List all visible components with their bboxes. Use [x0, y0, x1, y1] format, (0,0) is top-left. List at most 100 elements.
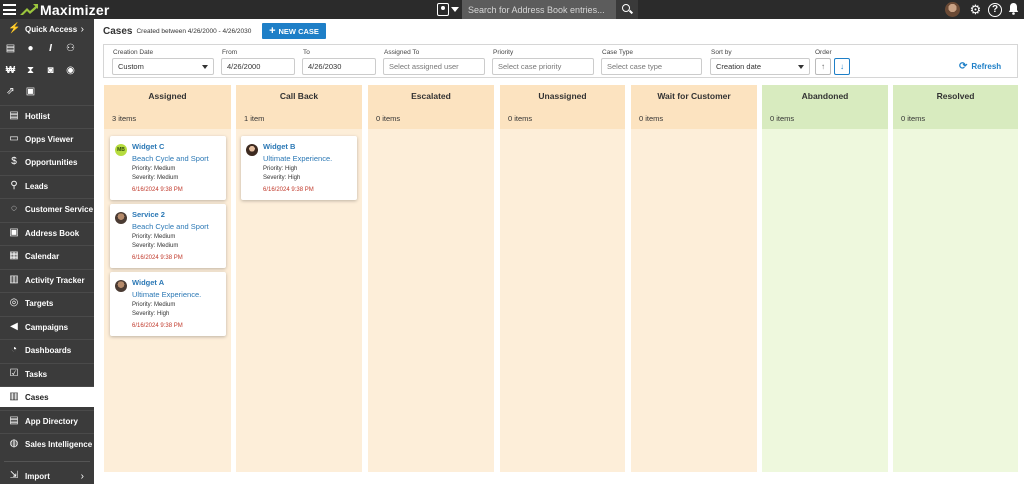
creation-date-select[interactable]: Custom [112, 58, 214, 75]
avatar [246, 144, 258, 156]
gear-icon[interactable]: ⚙ [968, 2, 983, 17]
chevron-down-icon [798, 65, 804, 69]
sidebar-item-label: Customer Service [25, 204, 94, 214]
column-title: Wait for Customer [657, 91, 731, 101]
case-name[interactable]: Widget A [132, 278, 164, 287]
creation-date-value: Custom [118, 62, 144, 71]
new-case-button[interactable]: + NEW CASE [262, 23, 326, 39]
app-logo[interactable]: Maximizer [19, 2, 110, 18]
case-company[interactable]: Ultimate Experience. [132, 290, 201, 299]
megaphone-icon: ◀ [10, 321, 18, 332]
to-date-field[interactable]: 4/26/2030 [302, 58, 376, 75]
case-company[interactable]: Ultimate Experience. [263, 154, 332, 163]
sidebar-item-sales-intelligence[interactable]: ◍ Sales Intelligence [0, 433, 94, 454]
globe-icon: ◍ [9, 438, 19, 449]
from-date-field[interactable]: 4/26/2000 [221, 58, 295, 75]
column-escalated: Escalated 0 items [368, 85, 494, 472]
column-title: Assigned [148, 91, 187, 101]
sort-by-select[interactable]: Creation date [710, 58, 810, 75]
hamburger-menu-icon[interactable] [3, 4, 16, 15]
quick-access-row-3: ⇗ ▣ [0, 86, 94, 98]
person-search-icon: ⚲ [10, 180, 18, 191]
refresh-button[interactable]: ⟳ Refresh [959, 61, 1001, 72]
quick-access[interactable]: ⚡ Quick Access › [0, 22, 94, 36]
quick-access-row-1: ▤ ● I ⚇ [0, 43, 94, 55]
sort-descending-icon[interactable]: ↓ [834, 58, 850, 75]
user-avatar[interactable] [945, 2, 960, 17]
export-icon[interactable]: ⇗ [1, 86, 20, 98]
chevron-down-icon[interactable] [451, 7, 459, 12]
disc-icon[interactable]: ◉ [61, 65, 80, 77]
refresh-label: Refresh [971, 62, 1002, 71]
column-body: MB Widget C Beach Cycle and Sport Priori… [104, 129, 231, 472]
sidebar-item-hotlist[interactable]: ▤ Hotlist [0, 105, 94, 126]
italic-i-icon[interactable]: I [41, 43, 60, 55]
sidebar-item-leads[interactable]: ⚲ Leads [0, 175, 94, 196]
case-name[interactable]: Service 2 [132, 210, 165, 219]
sort-ascending-icon[interactable]: ↑ [815, 58, 831, 75]
case-type-label: Case Type [602, 49, 633, 56]
sidebar-item-opps-viewer[interactable]: ▭ Opps Viewer [0, 128, 94, 149]
top-bar: Maximizer ⚙ ? [0, 0, 1024, 19]
case-company[interactable]: Beach Cycle and Sport [132, 154, 209, 163]
sidebar-item-address-book[interactable]: ▣ Address Book [0, 222, 94, 243]
column-body [893, 129, 1018, 472]
from-label: From [222, 49, 238, 56]
lightning-icon: ⚡ [8, 23, 21, 34]
bell-icon[interactable] [1006, 2, 1021, 17]
sidebar-item-activity-tracker[interactable]: ▥ Activity Tracker [0, 269, 94, 290]
assigned-to-placeholder: Select assigned user [389, 62, 459, 71]
priority-select[interactable]: Select case priority [492, 58, 594, 75]
person-icon[interactable]: ● [21, 43, 40, 55]
case-severity: Severity: High [263, 175, 301, 181]
search-input[interactable] [462, 0, 616, 19]
assigned-to-select[interactable]: Select assigned user [383, 58, 485, 75]
clipboard-icon: ▥ [9, 274, 19, 285]
avatar [115, 280, 127, 292]
address-book-icon[interactable] [437, 3, 449, 16]
column-body [762, 129, 888, 472]
sidebar-item-label: Sales Intelligence [25, 439, 93, 449]
case-type-select[interactable]: Select case type [601, 58, 702, 75]
camera-icon[interactable]: ◙ [41, 65, 60, 77]
help-icon[interactable]: ? [988, 2, 1002, 17]
sidebar-item-dashboards[interactable]: ◔ Dashboards [0, 339, 94, 360]
chevron-down-icon [202, 65, 208, 69]
case-card[interactable]: MB Widget C Beach Cycle and Sport Priori… [110, 136, 226, 200]
sidebar-item-label: Hotlist [25, 111, 50, 121]
sidebar-item-campaigns[interactable]: ◀ Campaigns [0, 316, 94, 337]
column-call-back: Call Back 1 item Widget B Ultimate Exper… [236, 85, 362, 472]
sidebar-item-app-directory[interactable]: ▤ App Directory [0, 410, 94, 431]
sidebar-item-tasks[interactable]: ☑ Tasks [0, 363, 94, 384]
case-card[interactable]: Service 2 Beach Cycle and Sport Priority… [110, 204, 226, 268]
sidebar-item-customer-service[interactable]: ◌ Customer Service [0, 198, 94, 219]
assigned-to-label: Assigned To [384, 49, 420, 56]
column-header: Escalated 0 items [368, 85, 494, 129]
sidebar-item-cases[interactable]: ▥ Cases [0, 386, 94, 407]
case-name[interactable]: Widget B [263, 142, 295, 151]
case-card[interactable]: Widget B Ultimate Experience. Priority: … [241, 136, 357, 200]
column-title: Abandoned [801, 91, 849, 101]
search-icon[interactable] [616, 0, 638, 19]
sidebar-item-import[interactable]: ⇲ Import › [0, 469, 94, 483]
group-icon[interactable]: ⚇ [61, 43, 80, 55]
column-title: Call Back [279, 91, 319, 101]
case-company[interactable]: Beach Cycle and Sport [132, 222, 209, 231]
hourglass-icon[interactable]: ⧗ [21, 65, 40, 77]
gauge-icon: ◔ [10, 344, 18, 355]
briefcase-icon[interactable]: ▣ [21, 86, 40, 98]
case-card[interactable]: Widget A Ultimate Experience. Priority: … [110, 272, 226, 336]
sidebar-item-targets[interactable]: ◎ Targets [0, 292, 94, 313]
avatar: MB [115, 144, 127, 156]
currency-icon[interactable]: ₩ [1, 65, 20, 77]
import-label: Import [25, 471, 50, 481]
column-count: 0 items [508, 114, 533, 123]
case-date: 6/16/2024 9:38 PM [263, 187, 314, 193]
sidebar-item-opportunities[interactable]: $ Opportunities [0, 151, 94, 172]
case-name[interactable]: Widget C [132, 142, 164, 151]
document-icon[interactable]: ▤ [1, 43, 20, 55]
sidebar-item-calendar[interactable]: ▦ Calendar [0, 245, 94, 266]
quick-access-row-2: ₩ ⧗ ◙ ◉ [0, 65, 94, 77]
creation-date-label: Creation Date [113, 49, 154, 56]
case-type-placeholder: Select case type [607, 62, 663, 71]
